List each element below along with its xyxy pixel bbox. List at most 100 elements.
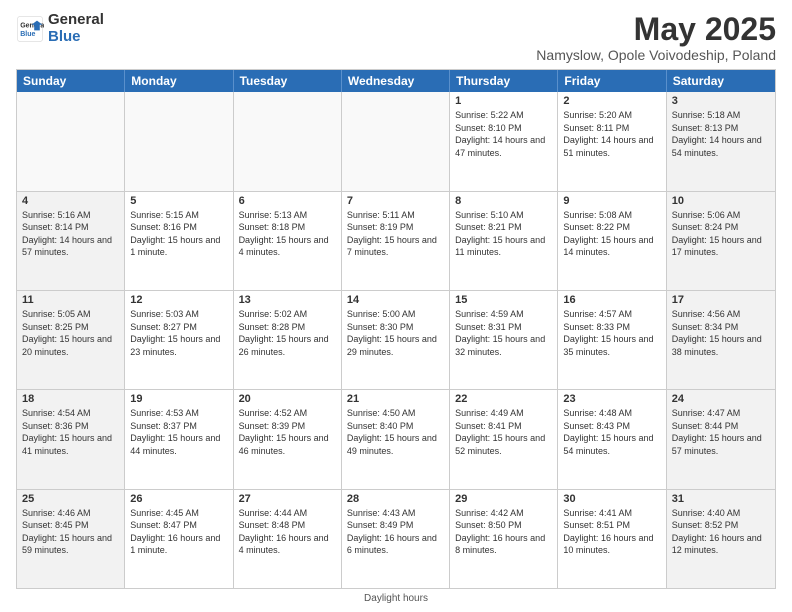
cal-cell-day-28: 28Sunrise: 4:43 AMSunset: 8:49 PMDayligh… [342, 490, 450, 588]
cal-cell-day-13: 13Sunrise: 5:02 AMSunset: 8:28 PMDayligh… [234, 291, 342, 389]
day-number: 25 [22, 493, 119, 505]
cal-cell-day-12: 12 Sunrise: 5:03 AMSunset: 8:27 PMDayligh… [125, 291, 233, 389]
cal-cell-day-23: 23 Sunrise: 4:48 AMSunset: 8:43 PMDayligh… [558, 390, 666, 488]
day-number: 20 [239, 393, 336, 405]
logo: General Blue General Blue [16, 12, 104, 45]
cal-cell-day-15: 15Sunrise: 4:59 AMSunset: 8:31 PMDayligh… [450, 291, 558, 389]
calendar-body: 1 Sunrise: 5:22 AMSunset: 8:10 PMDaylight… [17, 92, 775, 588]
cal-cell-day-1: 1 Sunrise: 5:22 AMSunset: 8:10 PMDaylight… [450, 92, 558, 190]
cal-header-friday: Friday [558, 70, 666, 92]
cal-cell-day-4: 4 Sunrise: 5:16 AMSunset: 8:14 PMDaylight… [17, 192, 125, 290]
cal-cell-empty [342, 92, 450, 190]
cal-cell-day-25: 25 Sunrise: 4:46 AMSunset: 8:45 PMDayligh… [17, 490, 125, 588]
day-number: 11 [22, 294, 119, 306]
cal-cell-day-14: 14Sunrise: 5:00 AMSunset: 8:30 PMDayligh… [342, 291, 450, 389]
cell-info: Sunrise: 4:54 AMSunset: 8:36 PMDaylight:… [22, 407, 119, 457]
logo-blue-text: Blue [48, 29, 104, 46]
cal-header-tuesday: Tuesday [234, 70, 342, 92]
day-number: 9 [563, 195, 660, 207]
cell-info: Sunrise: 4:52 AMSunset: 8:39 PMDaylight:… [239, 407, 336, 457]
cell-info: Sunrise: 4:56 AMSunset: 8:34 PMDaylight:… [672, 308, 770, 358]
cal-header-saturday: Saturday [667, 70, 775, 92]
day-number: 21 [347, 393, 444, 405]
cal-cell-day-6: 6 Sunrise: 5:13 AMSunset: 8:18 PMDaylight… [234, 192, 342, 290]
cal-cell-day-30: 30Sunrise: 4:41 AMSunset: 8:51 PMDayligh… [558, 490, 666, 588]
day-number: 5 [130, 195, 227, 207]
cell-info: Sunrise: 5:20 AMSunset: 8:11 PMDaylight:… [563, 109, 660, 159]
day-number: 23 [563, 393, 660, 405]
day-number: 8 [455, 195, 552, 207]
cal-cell-day-2: 2 Sunrise: 5:20 AMSunset: 8:11 PMDaylight… [558, 92, 666, 190]
cal-cell-day-17: 17 Sunrise: 4:56 AMSunset: 8:34 PMDayligh… [667, 291, 775, 389]
cal-cell-day-11: 11Sunrise: 5:05 AMSunset: 8:25 PMDayligh… [17, 291, 125, 389]
cell-info: Sunrise: 5:13 AMSunset: 8:18 PMDaylight:… [239, 209, 336, 259]
cal-cell-day-31: 31 Sunrise: 4:40 AMSunset: 8:52 PMDayligh… [667, 490, 775, 588]
day-number: 10 [672, 195, 770, 207]
day-number: 3 [672, 95, 770, 107]
cal-cell-day-9: 9 Sunrise: 5:08 AMSunset: 8:22 PMDaylight… [558, 192, 666, 290]
cell-info: Sunrise: 4:44 AMSunset: 8:48 PMDaylight:… [239, 507, 336, 557]
cell-info: Sunrise: 4:57 AMSunset: 8:33 PMDaylight:… [563, 308, 660, 358]
cell-info: Sunrise: 4:47 AMSunset: 8:44 PMDaylight:… [672, 407, 770, 457]
subtitle: Namyslow, Opole Voivodeship, Poland [536, 47, 776, 63]
day-number: 1 [455, 95, 552, 107]
cal-header-thursday: Thursday [450, 70, 558, 92]
cal-week-4: 18 Sunrise: 4:54 AMSunset: 8:36 PMDayligh… [17, 390, 775, 489]
cal-cell-day-21: 21 Sunrise: 4:50 AMSunset: 8:40 PMDayligh… [342, 390, 450, 488]
cal-header-sunday: Sunday [17, 70, 125, 92]
cell-info: Sunrise: 4:41 AMSunset: 8:51 PMDaylight:… [563, 507, 660, 557]
logo-general-text: General [48, 12, 104, 29]
cal-cell-empty [17, 92, 125, 190]
day-number: 18 [22, 393, 119, 405]
day-number: 26 [130, 493, 227, 505]
day-number: 27 [239, 493, 336, 505]
cal-cell-day-29: 29 Sunrise: 4:42 AMSunset: 8:50 PMDayligh… [450, 490, 558, 588]
day-number: 4 [22, 195, 119, 207]
day-number: 28 [347, 493, 444, 505]
day-number: 29 [455, 493, 552, 505]
day-number: 6 [239, 195, 336, 207]
main-title: May 2025 [536, 12, 776, 47]
cell-info: Sunrise: 5:03 AMSunset: 8:27 PMDaylight:… [130, 308, 227, 358]
day-number: 7 [347, 195, 444, 207]
day-number: 22 [455, 393, 552, 405]
cell-info: Sunrise: 4:40 AMSunset: 8:52 PMDaylight:… [672, 507, 770, 557]
day-number: 24 [672, 393, 770, 405]
cell-info: Sunrise: 5:15 AMSunset: 8:16 PMDaylight:… [130, 209, 227, 259]
cell-info: Sunrise: 4:48 AMSunset: 8:43 PMDaylight:… [563, 407, 660, 457]
cell-info: Sunrise: 4:50 AMSunset: 8:40 PMDaylight:… [347, 407, 444, 457]
cell-info: Sunrise: 4:42 AMSunset: 8:50 PMDaylight:… [455, 507, 552, 557]
footer-note: Daylight hours [16, 593, 776, 604]
cal-cell-day-22: 22Sunrise: 4:49 AMSunset: 8:41 PMDayligh… [450, 390, 558, 488]
cell-info: Sunrise: 5:18 AMSunset: 8:13 PMDaylight:… [672, 109, 770, 159]
cal-cell-day-18: 18 Sunrise: 4:54 AMSunset: 8:36 PMDayligh… [17, 390, 125, 488]
cell-info: Sunrise: 5:22 AMSunset: 8:10 PMDaylight:… [455, 109, 552, 159]
cal-cell-day-19: 19Sunrise: 4:53 AMSunset: 8:37 PMDayligh… [125, 390, 233, 488]
day-number: 12 [130, 294, 227, 306]
cal-cell-day-7: 7Sunrise: 5:11 AMSunset: 8:19 PMDaylight… [342, 192, 450, 290]
cal-cell-day-8: 8Sunrise: 5:10 AMSunset: 8:21 PMDaylight… [450, 192, 558, 290]
cell-info: Sunrise: 5:06 AMSunset: 8:24 PMDaylight:… [672, 209, 770, 259]
logo-text: General Blue [48, 12, 104, 45]
day-number: 31 [672, 493, 770, 505]
cal-cell-day-27: 27 Sunrise: 4:44 AMSunset: 8:48 PMDayligh… [234, 490, 342, 588]
page: General Blue General Blue May 2025 Namys… [0, 0, 792, 612]
day-number: 14 [347, 294, 444, 306]
cell-info: Sunrise: 5:08 AMSunset: 8:22 PMDaylight:… [563, 209, 660, 259]
cal-cell-empty [125, 92, 233, 190]
day-number: 15 [455, 294, 552, 306]
svg-text:Blue: Blue [20, 31, 35, 38]
calendar: SundayMondayTuesdayWednesdayThursdayFrid… [16, 69, 776, 589]
cal-cell-empty [234, 92, 342, 190]
title-block: May 2025 Namyslow, Opole Voivodeship, Po… [536, 12, 776, 63]
cell-info: Sunrise: 4:46 AMSunset: 8:45 PMDaylight:… [22, 507, 119, 557]
cell-info: Sunrise: 5:02 AMSunset: 8:28 PMDaylight:… [239, 308, 336, 358]
cal-cell-day-10: 10 Sunrise: 5:06 AMSunset: 8:24 PMDayligh… [667, 192, 775, 290]
cal-week-3: 11Sunrise: 5:05 AMSunset: 8:25 PMDayligh… [17, 291, 775, 390]
cal-week-5: 25 Sunrise: 4:46 AMSunset: 8:45 PMDayligh… [17, 490, 775, 588]
cal-header-monday: Monday [125, 70, 233, 92]
cal-cell-day-24: 24 Sunrise: 4:47 AMSunset: 8:44 PMDayligh… [667, 390, 775, 488]
cell-info: Sunrise: 5:16 AMSunset: 8:14 PMDaylight:… [22, 209, 119, 259]
day-number: 2 [563, 95, 660, 107]
day-number: 17 [672, 294, 770, 306]
